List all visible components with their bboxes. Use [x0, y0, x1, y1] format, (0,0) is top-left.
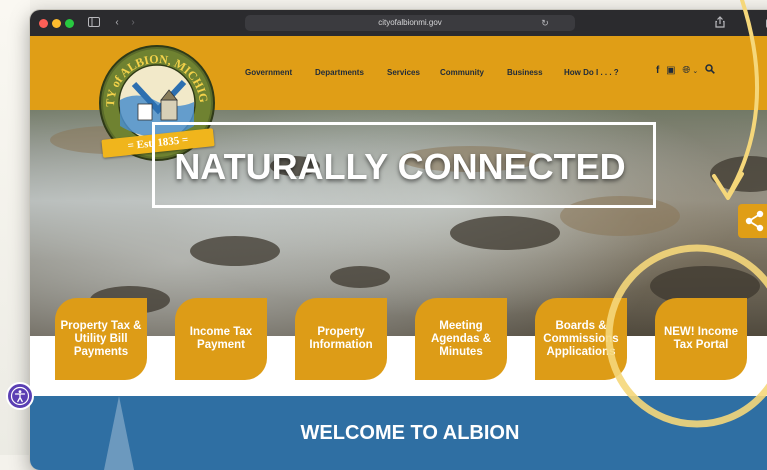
browser-window: ‹ › ▤ cityofalbionmi.gov ↻ Government De…: [30, 10, 767, 470]
welcome-title: WELCOME TO ALBION: [300, 422, 520, 444]
nav-business[interactable]: Business: [507, 68, 543, 77]
sidebar-icon[interactable]: [82, 15, 106, 31]
quick-link-property-tax[interactable]: Property Tax & Utility Bill Payments: [55, 298, 147, 380]
close-window-button[interactable]: [39, 19, 48, 28]
nav-departments[interactable]: Departments: [315, 68, 364, 77]
share-icon[interactable]: [713, 15, 727, 31]
nav-government[interactable]: Government: [245, 68, 292, 77]
quick-link-boards-commissions[interactable]: Boards & Commissions Applications: [535, 298, 627, 380]
quick-link-meeting-agendas[interactable]: Meeting Agendas & Minutes: [415, 298, 507, 380]
quick-link-property-information[interactable]: Property Information: [295, 298, 387, 380]
minimize-window-button[interactable]: [52, 19, 61, 28]
browser-toolbar: ‹ › ▤ cityofalbionmi.gov ↻: [30, 10, 767, 37]
forward-icon[interactable]: ›: [126, 15, 140, 31]
youtube-icon[interactable]: ▣: [666, 65, 677, 76]
accessibility-icon[interactable]: [6, 382, 34, 410]
nav-community[interactable]: Community: [440, 68, 484, 77]
globe-icon[interactable]: 🌐︎: [682, 65, 692, 76]
facebook-icon[interactable]: f: [656, 65, 661, 76]
nav-how-do-i[interactable]: How Do I . . . ?: [564, 68, 619, 77]
nav-services[interactable]: Services: [387, 68, 420, 77]
zoom-window-button[interactable]: [65, 19, 74, 28]
quick-link-income-tax-payment[interactable]: Income Tax Payment: [175, 298, 267, 380]
back-icon[interactable]: ‹: [110, 15, 124, 31]
website: Government Departments Services Communit…: [30, 36, 767, 470]
search-icon[interactable]: [705, 64, 715, 76]
chevron-down-icon[interactable]: ⌄: [692, 68, 700, 75]
header-icons: f ▣ 🌐︎⌄: [656, 64, 715, 76]
reload-icon[interactable]: ↻: [538, 15, 552, 31]
share-network-icon[interactable]: [738, 204, 767, 238]
address-bar[interactable]: cityofalbionmi.gov: [245, 15, 575, 31]
hero-tagline: NATURALLY CONNECTED: [174, 146, 626, 187]
quick-link-income-tax-portal[interactable]: NEW! Income Tax Portal: [655, 298, 747, 380]
